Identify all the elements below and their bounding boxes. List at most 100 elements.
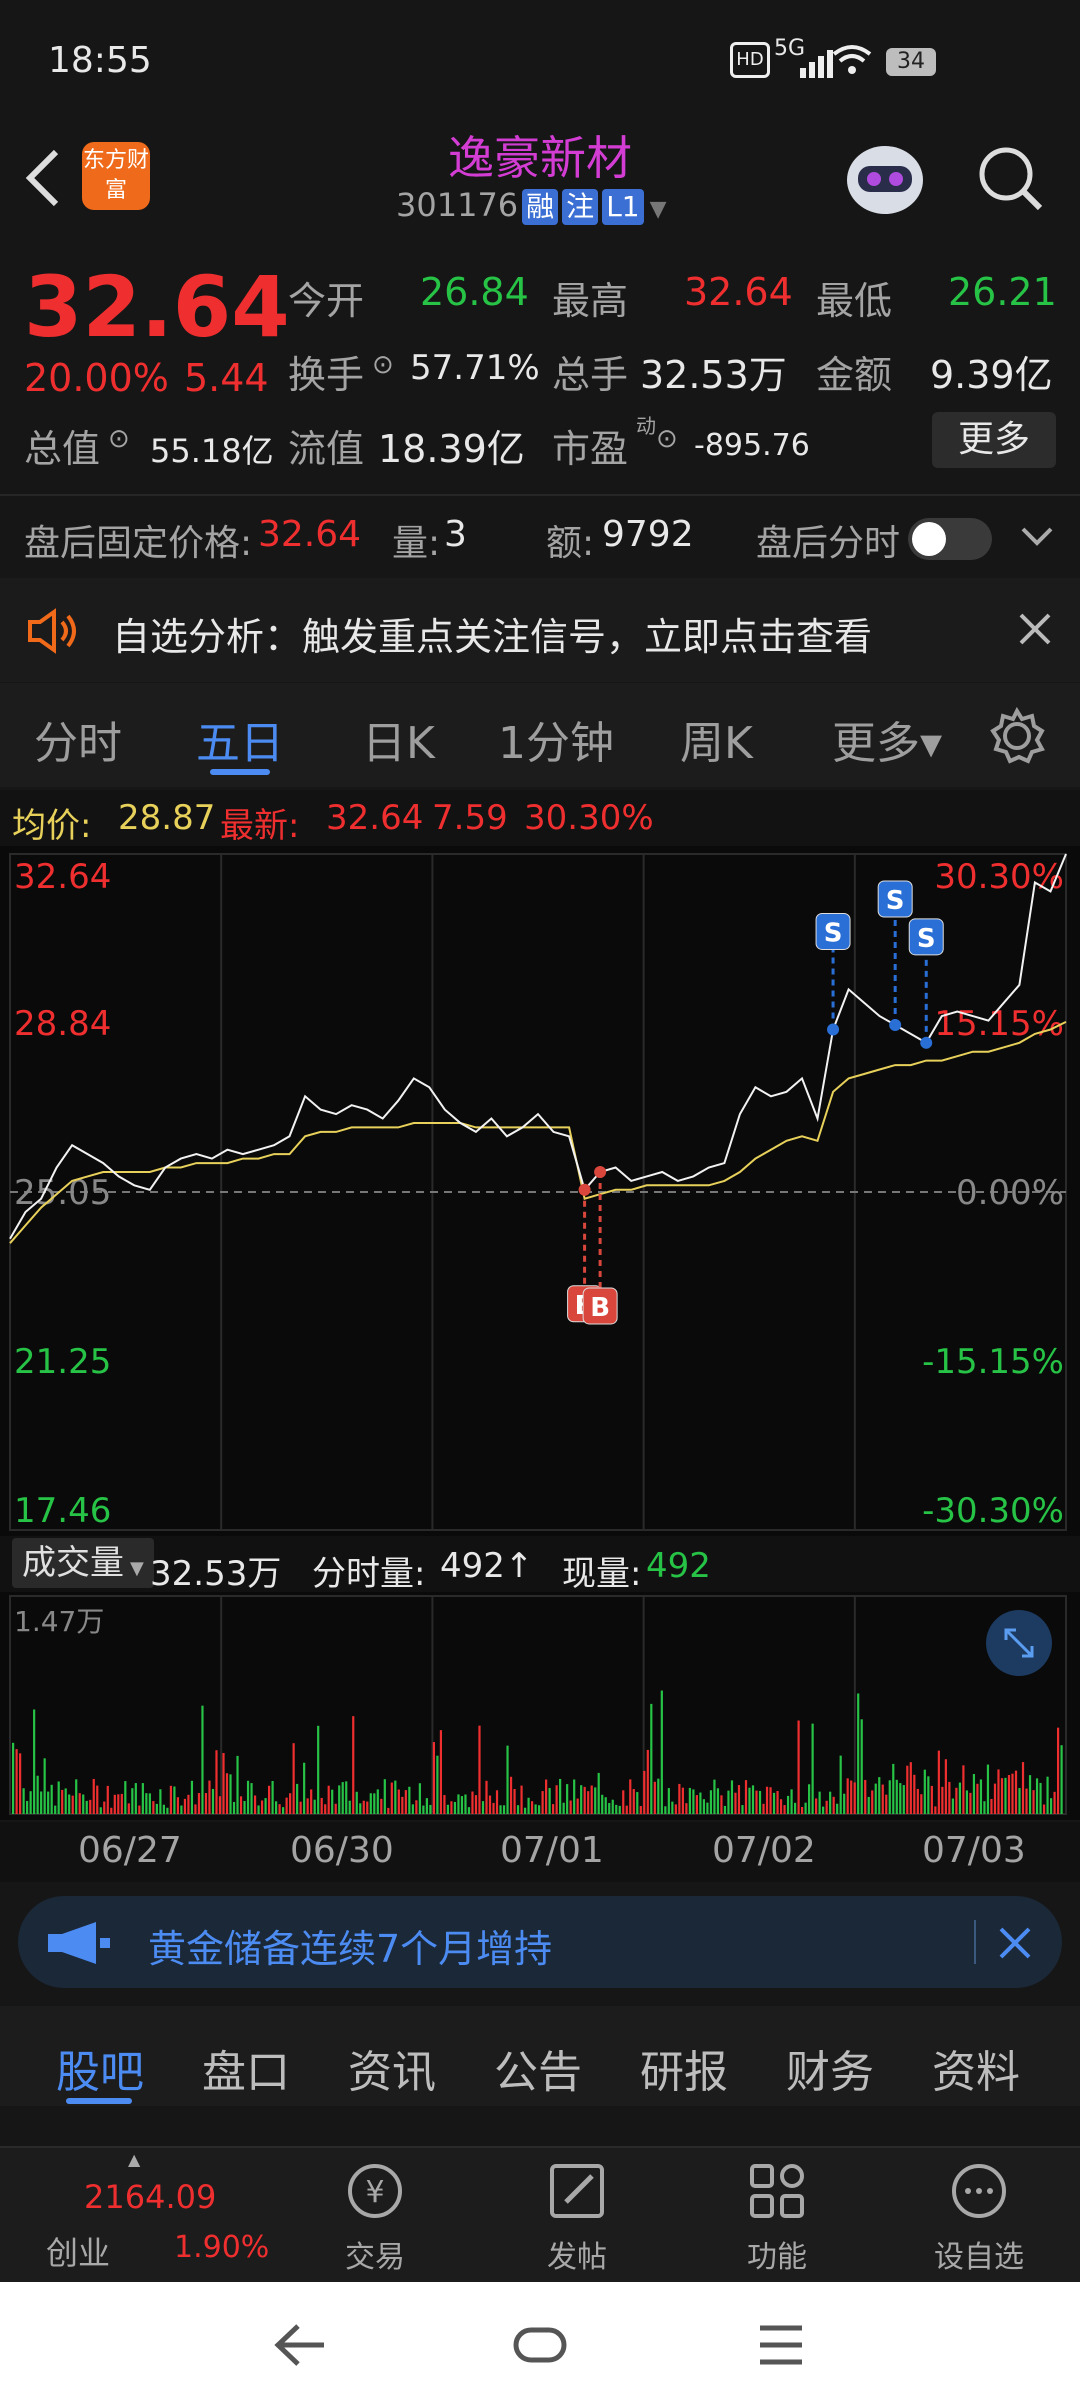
tab-five-day[interactable]: 五日	[196, 707, 284, 771]
margin-badge: 融	[522, 189, 559, 225]
back-nav-icon[interactable]	[274, 2322, 328, 2368]
y-tick-right: 15.15%	[934, 1004, 1064, 1044]
volume-bar	[590, 1785, 593, 1814]
volume-bar	[110, 1807, 113, 1814]
tab-panko[interactable]: 盘口	[202, 2036, 290, 2100]
add-watchlist-label: 设自选	[934, 2240, 1024, 2275]
tab-guba[interactable]: 股吧	[56, 2036, 144, 2100]
volume-bar	[506, 1745, 509, 1814]
tab-research[interactable]: 研报	[640, 2036, 728, 2100]
volume-bar	[853, 1782, 856, 1814]
volume-bar	[702, 1799, 706, 1814]
volume-bar	[22, 1788, 25, 1814]
info-icon[interactable]: ⊙	[108, 424, 130, 454]
volume-bar	[552, 1804, 555, 1814]
volume-bar	[955, 1787, 958, 1814]
volume-bar	[208, 1780, 211, 1814]
mktcap-value: 55.18亿	[150, 432, 274, 470]
volume-chart[interactable]	[0, 1592, 1080, 1820]
expand-button[interactable]	[986, 1610, 1052, 1676]
volume-bar	[829, 1791, 832, 1814]
status-bar: 18:55 HD 5G 34	[0, 0, 1080, 120]
volume-bar	[713, 1779, 716, 1814]
volume-bar	[972, 1774, 976, 1814]
tab-one-minute[interactable]: 1分钟	[498, 707, 614, 771]
volume-bar	[667, 1788, 670, 1814]
volume-bar	[797, 1720, 800, 1814]
volume-bar	[874, 1783, 877, 1814]
stock-code: 301176	[396, 186, 519, 224]
news-banner[interactable]: 黄金储备连续7个月增持	[18, 1896, 1062, 1988]
volume-bar	[162, 1804, 165, 1814]
volume-bar	[815, 1798, 818, 1814]
volume-bar	[776, 1791, 779, 1814]
signal-label: B	[590, 1293, 610, 1323]
after-hours-toggle[interactable]	[908, 518, 992, 560]
close-icon[interactable]	[998, 1926, 1032, 1960]
pe-superscript: 动	[636, 414, 656, 438]
trade-button[interactable]: ¥ 交易	[320, 2158, 430, 2276]
volume-bar	[306, 1798, 309, 1814]
volume-bar	[706, 1802, 709, 1814]
tab-more[interactable]: 更多▾	[832, 707, 942, 771]
menu-nav-icon[interactable]	[756, 2322, 806, 2368]
volume-selector[interactable]: 成交量 ▼	[12, 1538, 154, 1588]
tab-profile[interactable]: 资料	[932, 2036, 1020, 2100]
volume-bar	[341, 1782, 344, 1814]
volume-bar	[951, 1798, 954, 1814]
tab-announcement[interactable]: 公告	[494, 2036, 582, 2100]
volume-bar	[793, 1802, 797, 1814]
volume-bar	[387, 1807, 390, 1814]
volume-bar	[117, 1794, 120, 1814]
volume-bar	[96, 1785, 99, 1814]
volume-bar	[502, 1805, 506, 1814]
add-watchlist-button[interactable]: 设自选	[924, 2158, 1034, 2276]
volume-bar	[271, 1780, 274, 1814]
footer-toolbar: ▲ 2164.09 创业 1.90% ¥ 交易 发帖 功能 设自选	[0, 2146, 1080, 2282]
volume-bar	[916, 1788, 919, 1814]
volume-bar	[1039, 1782, 1042, 1814]
signal-point	[920, 1036, 933, 1049]
gear-icon[interactable]	[988, 707, 1046, 765]
volume-bar	[1011, 1773, 1014, 1814]
volume-bar	[33, 1709, 36, 1814]
notice-text: 自选分析：触发重点关注信号，立即点击查看	[112, 615, 873, 659]
volume-bar	[299, 1801, 302, 1814]
pe-label: 市盈	[552, 427, 629, 471]
more-button[interactable]: 更多	[932, 412, 1056, 468]
robot-assistant-icon[interactable]	[840, 136, 930, 220]
post-button[interactable]: 发帖	[522, 2158, 632, 2276]
tab-daily-k[interactable]: 日K	[362, 707, 435, 771]
function-button[interactable]: 功能	[722, 2158, 832, 2276]
close-icon[interactable]	[1018, 612, 1052, 646]
turnover-label: 换手	[288, 353, 365, 397]
tab-news[interactable]: 资讯	[348, 2036, 436, 2100]
chevron-down-icon[interactable]	[1020, 524, 1054, 548]
volume-bar	[453, 1801, 457, 1814]
volume-bar	[197, 1793, 201, 1814]
tab-weekly-k[interactable]: 周K	[680, 707, 753, 771]
date-label: 06/30	[290, 1830, 394, 1871]
latest-change: 7.59	[432, 798, 508, 838]
volume-bar	[85, 1800, 88, 1814]
info-icon[interactable]: ⊙	[656, 424, 678, 454]
chart-info-row: 均价: 28.87 最新: 32.64 7.59 30.30%	[0, 790, 1080, 846]
tab-intraday[interactable]: 分时	[34, 707, 122, 771]
notice-bar[interactable]: 自选分析：触发重点关注信号，立即点击查看	[0, 578, 1080, 682]
volume-bar	[159, 1789, 162, 1814]
info-icon[interactable]: ⊙	[372, 350, 394, 380]
trade-icon: ¥	[348, 2164, 402, 2218]
tab-finance[interactable]: 财务	[786, 2036, 874, 2100]
search-icon[interactable]	[976, 144, 1046, 214]
volume-bar	[320, 1797, 323, 1814]
price-chart[interactable]: 32.64 30.30% 28.84 15.15% 25.05 0.00% 21.25 -15…	[0, 846, 1080, 1536]
index-ticker[interactable]: ▲ 2164.09 创业 1.90%	[0, 2148, 270, 2282]
volume-bar	[878, 1777, 881, 1814]
chevron-down-icon[interactable]: ▼	[650, 197, 667, 222]
home-nav-icon[interactable]	[512, 2324, 568, 2366]
volume-bar	[997, 1769, 1000, 1814]
after-hours-row: 盘后固定价格: 32.64 量: 3 额: 9792 盘后分时	[0, 500, 1080, 576]
volume-bar	[313, 1799, 316, 1814]
volume-bar	[257, 1805, 260, 1814]
after-hours-price: 32.64	[258, 514, 362, 555]
